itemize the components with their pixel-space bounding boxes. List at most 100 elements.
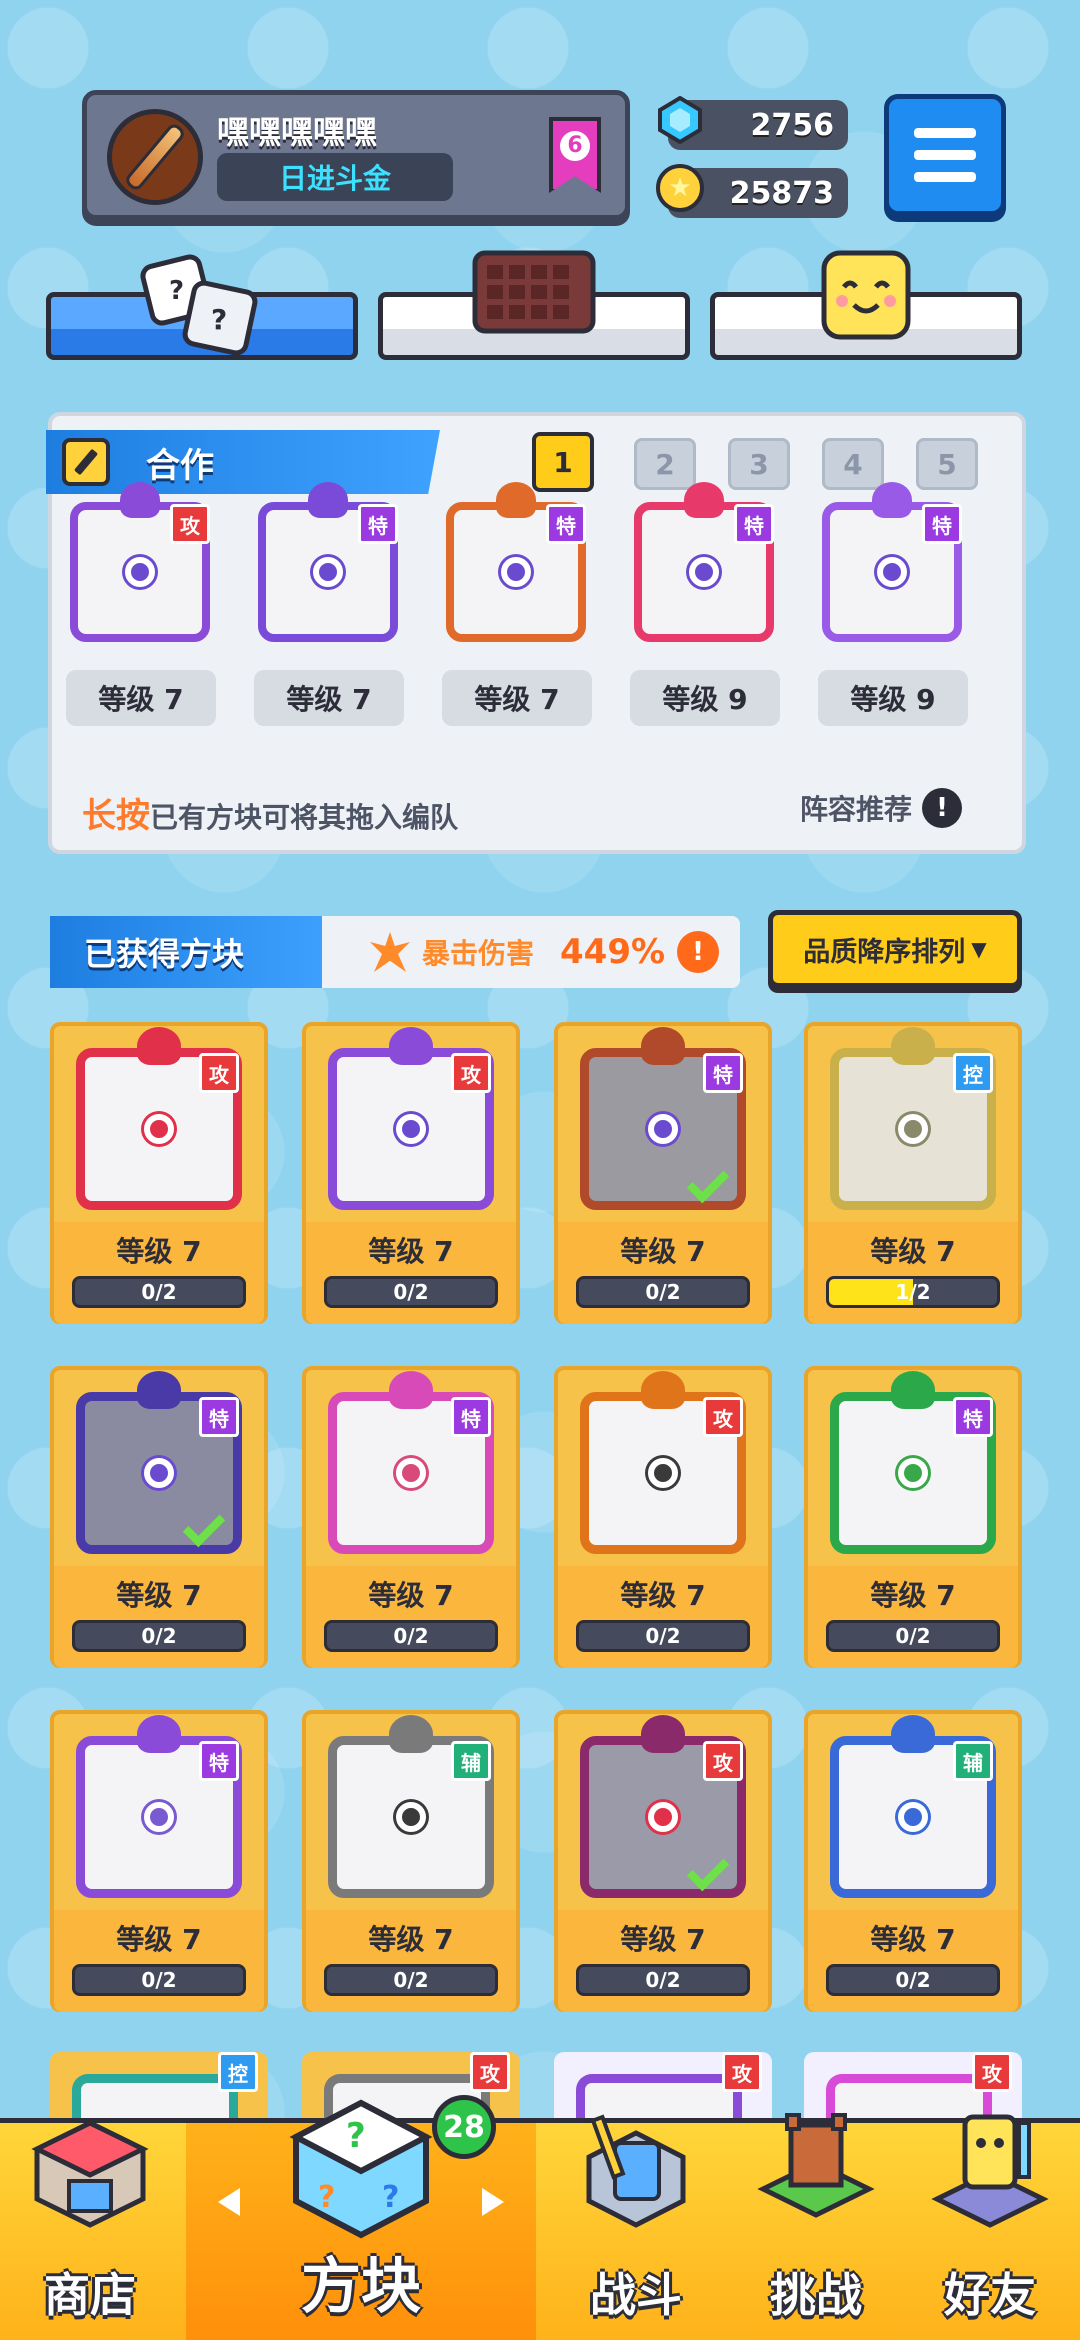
block-type-tag: 攻 xyxy=(972,2052,1012,2092)
board-icon xyxy=(472,250,596,334)
crit-value: 449% xyxy=(560,932,666,972)
block-art: 特 xyxy=(258,482,398,642)
menu-icon xyxy=(914,128,976,138)
dice-icon: ? ? xyxy=(140,254,258,356)
upgrade-progress-text: 0/2 xyxy=(645,1624,681,1648)
player-profile-card[interactable]: 嘿嘿嘿嘿嘿 日进斗金 6 xyxy=(82,90,630,220)
check-icon xyxy=(686,1160,730,1204)
tab-board[interactable] xyxy=(378,250,690,360)
bottom-navigation: 商店 ? ? ? 28 方块 战斗 挑战 好友 xyxy=(0,2095,1080,2340)
team-mode-banner[interactable]: 合作 xyxy=(46,430,440,494)
block-art: 辅 xyxy=(830,1715,996,1898)
upgrade-progress-text: 0/2 xyxy=(393,1280,429,1304)
player-title: 日进斗金 xyxy=(217,153,453,201)
team-page-2[interactable]: 2 xyxy=(634,438,696,490)
drag-hint: 长按已有方块可将其拖入编队 xyxy=(82,788,458,837)
block-type-tag: 特 xyxy=(922,504,962,544)
sort-button[interactable]: 品质降序排列 ▼ xyxy=(768,910,1022,988)
block-level: 等级 7 xyxy=(620,1923,706,1956)
block-core-icon xyxy=(313,557,343,587)
block-art: 特 xyxy=(580,1027,746,1210)
nav-blocks[interactable]: ? ? ? 28 方块 xyxy=(186,2095,536,2340)
block-core-icon xyxy=(898,1458,928,1488)
nav-shop[interactable]: 商店 xyxy=(0,2120,180,2340)
block-type-tag: 特 xyxy=(734,504,774,544)
upgrade-progress-bar: 0/2 xyxy=(576,1620,750,1652)
team-page-1[interactable]: 1 xyxy=(532,432,594,492)
block-card[interactable]: 攻等级 7 0/2 xyxy=(554,1710,772,2012)
block-art: 特 xyxy=(830,1371,996,1554)
upgrade-progress-bar: 0/2 xyxy=(576,1964,750,1996)
avatar[interactable] xyxy=(107,109,203,205)
block-card[interactable]: 辅等级 7 0/2 xyxy=(804,1710,1022,2012)
dragon-crest-icon xyxy=(389,1371,433,1409)
block-level: 等级 7 xyxy=(254,670,404,726)
upgrade-progress-text: 1/2 xyxy=(895,1280,931,1304)
block-art: 攻 xyxy=(580,1371,746,1554)
tab-dice[interactable]: ? ? xyxy=(46,254,358,360)
block-type-tag: 攻 xyxy=(199,1053,239,1093)
crit-info-icon[interactable]: ! xyxy=(677,931,720,973)
upgrade-progress-bar: 1/2 xyxy=(826,1276,1000,1308)
block-core-icon xyxy=(877,557,907,587)
team-panel: 合作 1 2 3 4 5 攻等级 7 特等级 7 特等级 7 特等级 9 特等级 9 长… xyxy=(46,412,1026,854)
block-card[interactable]: 特等级 7 0/2 xyxy=(554,1022,772,1324)
exclamation-icon: ! xyxy=(922,788,963,828)
player-name: 嘿嘿嘿嘿嘿 xyxy=(217,113,378,151)
block-level: 等级 7 xyxy=(368,1923,454,1956)
nav-friends[interactable]: 好友 xyxy=(900,2114,1080,2340)
block-card[interactable]: 特等级 7 0/2 xyxy=(804,1366,1022,1668)
nav-prev-arrow-icon[interactable] xyxy=(218,2188,240,2216)
block-art: 特 xyxy=(634,482,774,642)
upgrade-progress-bar: 0/2 xyxy=(576,1276,750,1308)
block-core-icon xyxy=(144,1458,174,1488)
team-slot[interactable]: 特等级 7 xyxy=(254,482,404,726)
block-type-tag: 特 xyxy=(451,1397,491,1437)
crit-damage-stat[interactable]: 暴击伤害 449% ! xyxy=(322,916,740,988)
block-card[interactable]: 特等级 7 0/2 xyxy=(302,1366,520,1668)
team-page-5[interactable]: 5 xyxy=(916,438,978,490)
block-level: 等级 7 xyxy=(368,1235,454,1268)
dragon-crest-icon xyxy=(389,1715,433,1753)
block-level: 等级 7 xyxy=(870,1923,956,1956)
team-slot[interactable]: 特等级 7 xyxy=(442,482,592,726)
block-core-icon xyxy=(144,1802,174,1832)
block-card[interactable]: 攻等级 7 0/2 xyxy=(50,1022,268,1324)
block-card[interactable]: 特等级 7 0/2 xyxy=(50,1710,268,2012)
upgrade-progress-bar: 0/2 xyxy=(72,1276,246,1308)
block-card[interactable]: 辅等级 7 0/2 xyxy=(302,1710,520,2012)
lineup-recommend-button[interactable]: 阵容推荐 ! xyxy=(800,788,963,828)
block-card[interactable]: 攻等级 7 0/2 xyxy=(302,1022,520,1324)
nav-next-arrow-icon[interactable] xyxy=(482,2188,504,2216)
block-type-tag: 特 xyxy=(546,504,586,544)
block-core-icon xyxy=(648,1458,678,1488)
nav-challenge[interactable]: 挑战 xyxy=(726,2113,906,2340)
block-card[interactable]: 攻等级 7 0/2 xyxy=(554,1366,772,1668)
block-card[interactable]: 控等级 7 1/2 xyxy=(804,1022,1022,1324)
block-art: 攻 xyxy=(580,1715,746,1898)
block-card[interactable]: 特等级 7 0/2 xyxy=(50,1366,268,1668)
tab-character[interactable] xyxy=(710,250,1022,360)
svg-text:?: ? xyxy=(382,2180,399,2215)
upgrade-progress-bar: 0/2 xyxy=(324,1276,498,1308)
sword-shield-icon xyxy=(586,2114,686,2228)
dragon-crest-icon xyxy=(137,1715,181,1753)
dragon-crest-icon xyxy=(496,482,536,518)
team-page-3[interactable]: 3 xyxy=(728,438,790,490)
team-page-4[interactable]: 4 xyxy=(822,438,884,490)
block-art: 特 xyxy=(446,482,586,642)
block-type-tag: 攻 xyxy=(451,1053,491,1093)
block-level: 等级 7 xyxy=(116,1923,202,1956)
block-core-icon xyxy=(689,557,719,587)
recommend-label: 阵容推荐 xyxy=(800,793,913,826)
menu-button[interactable] xyxy=(884,94,1006,216)
upgrade-progress-bar: 0/2 xyxy=(826,1620,1000,1652)
team-slot[interactable]: 攻等级 7 xyxy=(66,482,216,726)
upgrade-progress-text: 0/2 xyxy=(645,1280,681,1304)
nav-battle[interactable]: 战斗 xyxy=(546,2114,726,2340)
pencil-icon[interactable] xyxy=(62,438,110,486)
upgrade-progress-text: 0/2 xyxy=(141,1968,177,1992)
team-slot[interactable]: 特等级 9 xyxy=(818,482,968,726)
team-slot[interactable]: 特等级 9 xyxy=(630,482,780,726)
block-art: 特 xyxy=(328,1371,494,1554)
